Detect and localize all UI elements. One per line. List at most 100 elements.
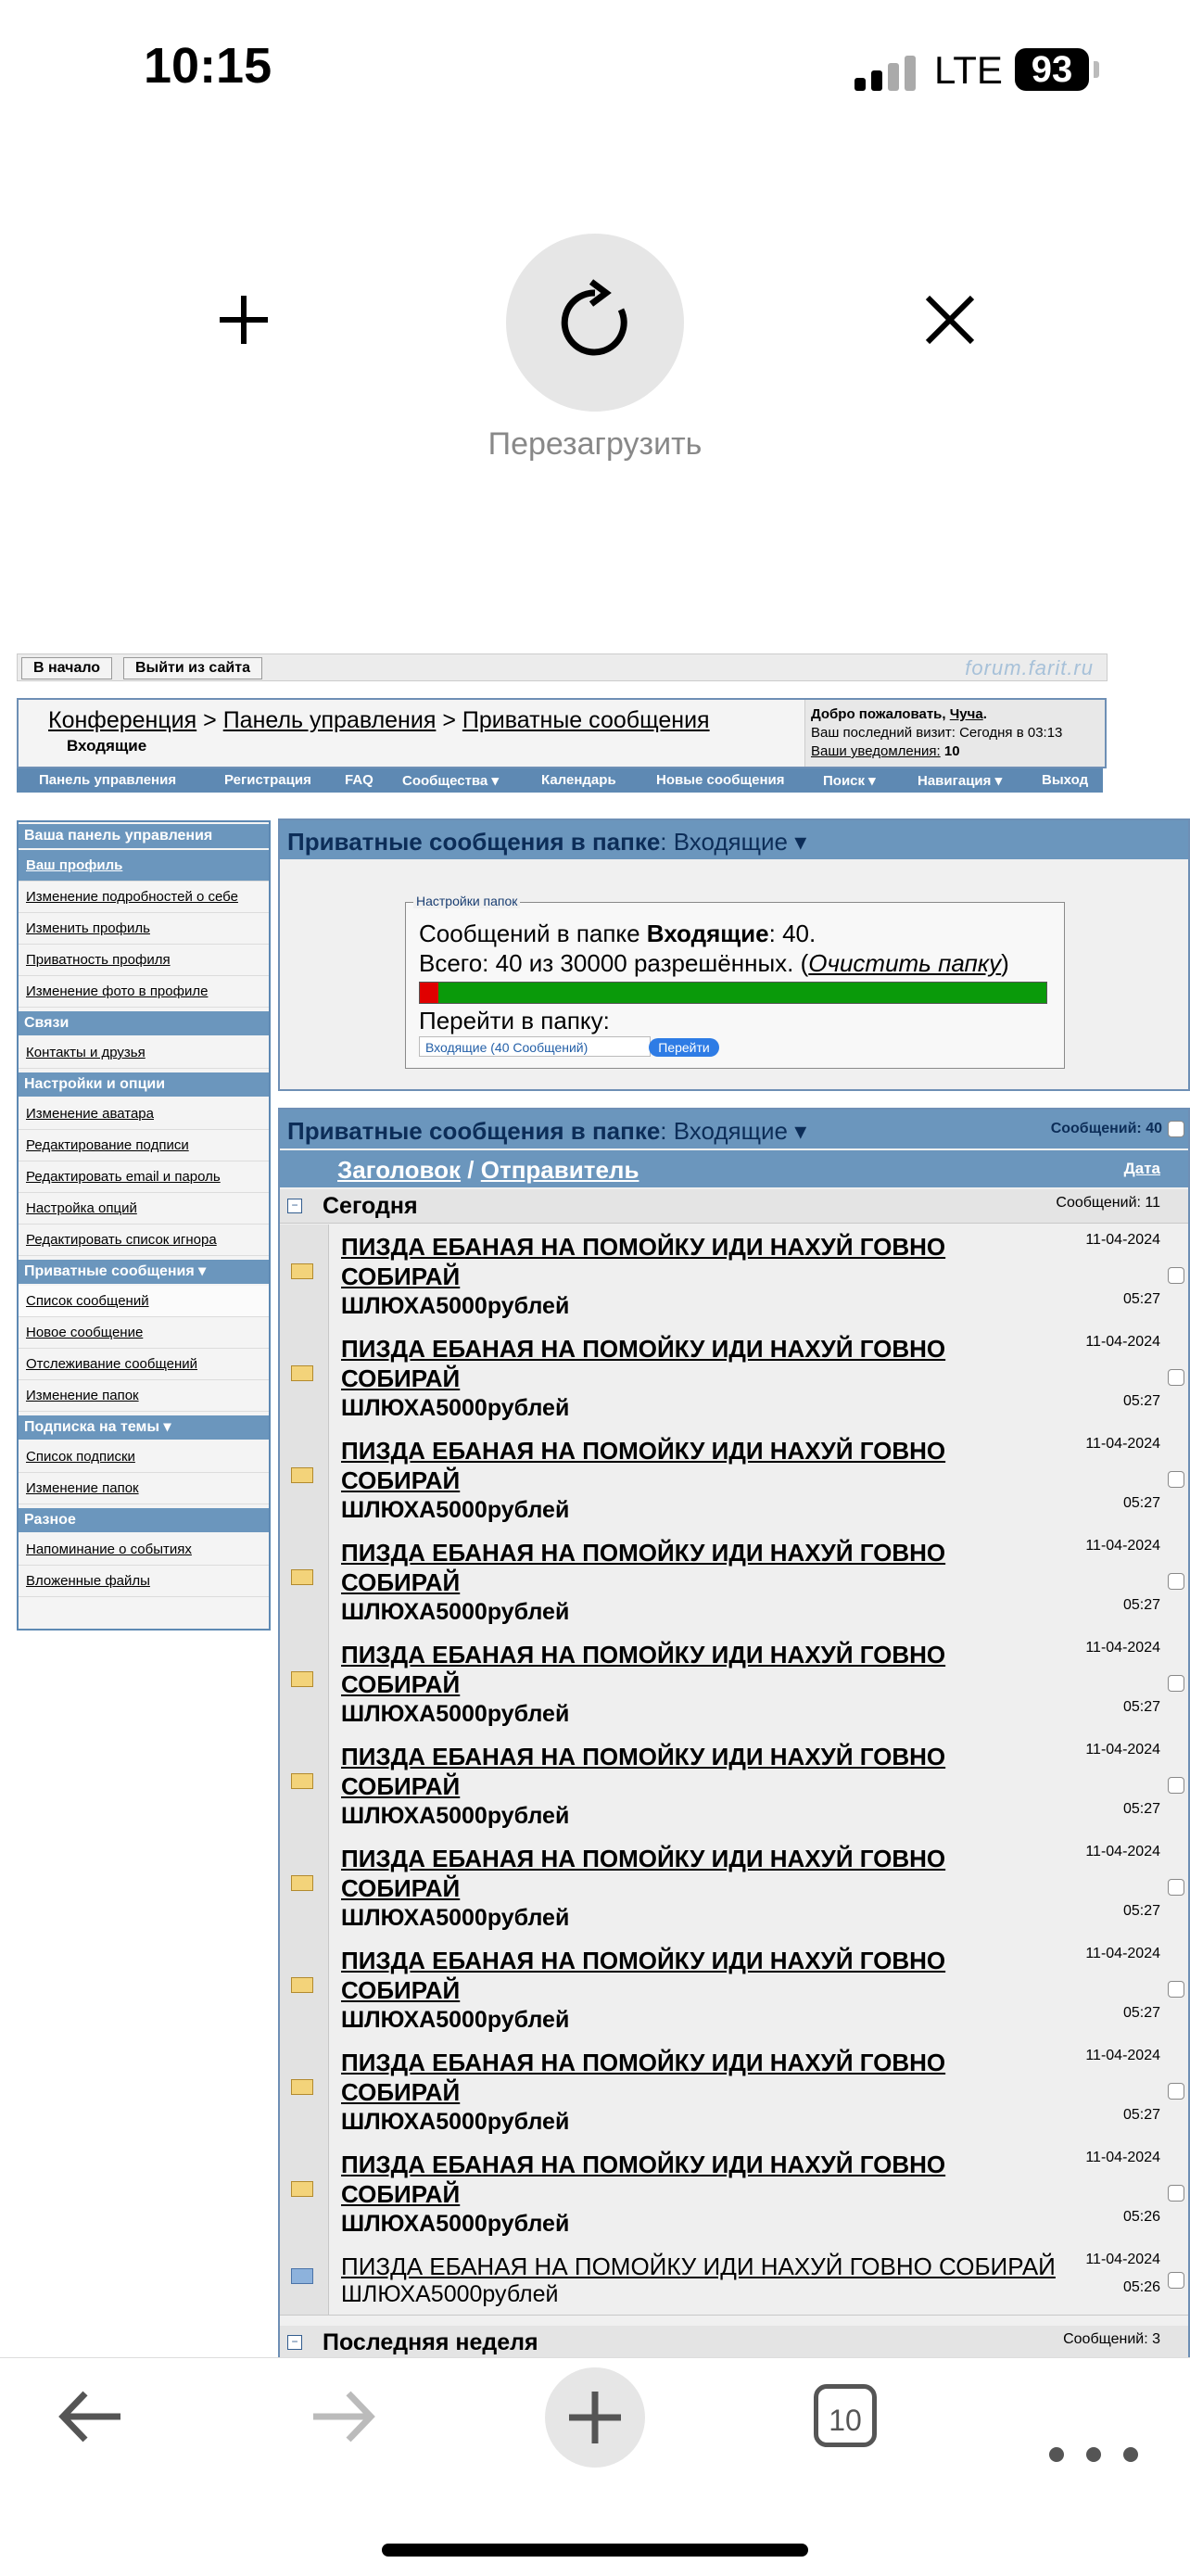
message-row[interactable]: ПИЗДА ЕБАНАЯ НА ПОМОЙКУ ИДИ НАХУЙ ГОВНО … (280, 1225, 1188, 1327)
home-button[interactable]: В начало (21, 657, 113, 679)
message-checkbox[interactable] (1168, 1777, 1184, 1794)
message-row[interactable]: ПИЗДА ЕБАНАЯ НА ПОМОЙКУ ИДИ НАХУЙ ГОВНО … (280, 2244, 1188, 2316)
message-checkbox[interactable] (1168, 1675, 1184, 1692)
message-subject-link[interactable]: ПИЗДА ЕБАНАЯ НА ПОМОЙКУ ИДИ НАХУЙ ГОВНО … (341, 1946, 1045, 2005)
sidebar-item[interactable]: Изменение аватара (19, 1098, 269, 1130)
message-row[interactable]: ПИЗДА ЕБАНАЯ НА ПОМОЙКУ ИДИ НАХУЙ ГОВНО … (280, 2142, 1188, 2245)
message-row[interactable]: ПИЗДА ЕБАНАЯ НА ПОМОЙКУ ИДИ НАХУЙ ГОВНО … (280, 2040, 1188, 2143)
username-link[interactable]: Чуча (950, 706, 983, 722)
message-sender[interactable]: ШЛЮХА5000рублей (341, 1803, 569, 1830)
goto-folder-button[interactable]: Перейти (649, 1038, 719, 1057)
sort-subject-link[interactable]: Заголовок (337, 1156, 461, 1184)
message-sender[interactable]: ШЛЮХА5000рублей (341, 1497, 569, 1524)
message-subject-link[interactable]: ПИЗДА ЕБАНАЯ НА ПОМОЙКУ ИДИ НАХУЙ ГОВНО … (341, 1436, 1045, 1495)
sidebar-heading[interactable]: Подписка на темы ▾ (19, 1415, 269, 1440)
tabs-count-button[interactable]: 10 (814, 2384, 877, 2447)
nav-register[interactable]: Регистрация (224, 772, 311, 788)
message-row[interactable]: ПИЗДА ЕБАНАЯ НА ПОМОЙКУ ИДИ НАХУЙ ГОВНО … (280, 1938, 1188, 2041)
message-sender[interactable]: ШЛЮХА5000рублей (341, 1293, 569, 1320)
breadcrumb-pm[interactable]: Приватные сообщения (462, 707, 710, 733)
message-subject-link[interactable]: ПИЗДА ЕБАНАЯ НА ПОМОЙКУ ИДИ НАХУЙ ГОВНО … (341, 1538, 1045, 1597)
breadcrumb-panel[interactable]: Панель управления (223, 707, 437, 733)
message-row[interactable]: ПИЗДА ЕБАНАЯ НА ПОМОЙКУ ИДИ НАХУЙ ГОВНО … (280, 1530, 1188, 1633)
sidebar-item[interactable]: Вложенные файлы (19, 1566, 269, 1597)
message-checkbox[interactable] (1168, 1879, 1184, 1896)
sidebar-item[interactable]: Напоминание о событиях (19, 1534, 269, 1566)
message-subject-link[interactable]: ПИЗДА ЕБАНАЯ НА ПОМОЙКУ ИДИ НАХУЙ ГОВНО … (341, 2048, 1045, 2107)
message-subject-link[interactable]: ПИЗДА ЕБАНАЯ НА ПОМОЙКУ ИДИ НАХУЙ ГОВНО … (341, 1844, 1045, 1903)
sort-sender-link[interactable]: Отправитель (481, 1156, 639, 1184)
nav-new-posts[interactable]: Новые сообщения (656, 772, 785, 788)
sidebar-item[interactable]: Редактировать email и пароль (19, 1161, 269, 1193)
message-row[interactable]: ПИЗДА ЕБАНАЯ НА ПОМОЙКУ ИДИ НАХУЙ ГОВНО … (280, 1326, 1188, 1429)
forward-icon[interactable] (306, 2384, 380, 2464)
goto-folder-select[interactable]: Входящие (40 Сообщений) (419, 1036, 651, 1057)
logout-button[interactable]: Выйти из сайта (123, 657, 262, 679)
message-subject-link[interactable]: ПИЗДА ЕБАНАЯ НА ПОМОЙКУ ИДИ НАХУЙ ГОВНО … (341, 1742, 1045, 1801)
message-row[interactable]: ПИЗДА ЕБАНАЯ НА ПОМОЙКУ ИДИ НАХУЙ ГОВНО … (280, 1428, 1188, 1531)
more-icon[interactable] (1047, 2405, 1140, 2479)
message-row[interactable]: ПИЗДА ЕБАНАЯ НА ПОМОЙКУ ИДИ НАХУЙ ГОВНО … (280, 1632, 1188, 1735)
nav-communities[interactable]: Сообщества ▾ (402, 772, 499, 789)
sidebar-item[interactable]: Изменение папок (19, 1380, 269, 1412)
message-sender[interactable]: ШЛЮХА5000рублей (341, 1701, 569, 1728)
message-checkbox[interactable] (1168, 1369, 1184, 1386)
sidebar-item[interactable]: Настройка опций (19, 1193, 269, 1225)
message-checkbox[interactable] (1168, 1267, 1184, 1284)
sidebar-item[interactable]: Изменение фото в профиле (19, 976, 269, 1008)
sidebar-item[interactable]: Изменение подробностей о себе (19, 882, 269, 913)
message-checkbox[interactable] (1168, 1471, 1184, 1488)
message-row[interactable]: ПИЗДА ЕБАНАЯ НА ПОМОЙКУ ИДИ НАХУЙ ГОВНО … (280, 1734, 1188, 1837)
home-indicator[interactable] (382, 2544, 808, 2557)
sidebar-item[interactable]: Список подписки (19, 1441, 269, 1473)
sidebar-item[interactable]: Редактировать список игнора (19, 1225, 269, 1256)
collapse-icon[interactable]: − (287, 1199, 302, 1213)
message-subject-link[interactable]: ПИЗДА ЕБАНАЯ НА ПОМОЙКУ ИДИ НАХУЙ ГОВНО … (341, 2252, 1175, 2281)
sidebar-item[interactable]: Приватность профиля (19, 945, 269, 976)
message-checkbox[interactable] (1168, 2272, 1184, 2289)
message-sender[interactable]: ШЛЮХА5000рублей (341, 2281, 558, 2308)
message-sender[interactable]: ШЛЮХА5000рублей (341, 2109, 569, 2136)
select-all-checkbox[interactable] (1168, 1121, 1184, 1137)
nav-calendar[interactable]: Календарь (541, 772, 616, 788)
new-tab-icon[interactable] (202, 280, 285, 363)
nav-faq[interactable]: FAQ (345, 772, 373, 788)
nav-logout[interactable]: Выход (1042, 772, 1088, 788)
message-subject-link[interactable]: ПИЗДА ЕБАНАЯ НА ПОМОЙКУ ИДИ НАХУЙ ГОВНО … (341, 1640, 1045, 1699)
sidebar-item[interactable]: Новое сообщение (19, 1317, 269, 1349)
reload-button[interactable] (506, 234, 684, 412)
breadcrumb-conference[interactable]: Конференция (48, 707, 196, 733)
folder-dropdown[interactable]: : Входящие ▾ (660, 828, 806, 856)
nav-navigation[interactable]: Навигация ▾ (918, 772, 1002, 789)
message-checkbox[interactable] (1168, 1573, 1184, 1590)
list-folder-dropdown[interactable]: : Входящие ▾ (660, 1117, 806, 1145)
nav-panel[interactable]: Панель управления (39, 772, 176, 788)
message-sender[interactable]: ШЛЮХА5000рублей (341, 2007, 569, 2034)
close-icon[interactable] (908, 280, 992, 363)
sidebar-item[interactable]: Контакты и друзья (19, 1037, 269, 1069)
message-checkbox[interactable] (1168, 2185, 1184, 2202)
message-sender[interactable]: ШЛЮХА5000рублей (341, 1905, 569, 1932)
sidebar-item[interactable]: Изменить профиль (19, 913, 269, 945)
collapse-icon[interactable]: − (287, 2335, 302, 2350)
sidebar-item[interactable]: Редактирование подписи (19, 1130, 269, 1161)
message-row[interactable]: ПИЗДА ЕБАНАЯ НА ПОМОЙКУ ИДИ НАХУЙ ГОВНО … (280, 1836, 1188, 1939)
clear-folder-link[interactable]: Очистить папку (808, 949, 1001, 977)
message-checkbox[interactable] (1168, 1981, 1184, 1998)
message-sender[interactable]: ШЛЮХА5000рублей (341, 1599, 569, 1626)
message-subject-link[interactable]: ПИЗДА ЕБАНАЯ НА ПОМОЙКУ ИДИ НАХУЙ ГОВНО … (341, 1232, 1045, 1291)
sidebar-item-profile[interactable]: Ваш профиль (19, 850, 269, 882)
notifications-link[interactable]: Ваши уведомления: (811, 743, 941, 759)
sidebar-item[interactable]: Отслеживание сообщений (19, 1349, 269, 1380)
message-subject-link[interactable]: ПИЗДА ЕБАНАЯ НА ПОМОЙКУ ИДИ НАХУЙ ГОВНО … (341, 1334, 1045, 1393)
message-sender[interactable]: ШЛЮХА5000рублей (341, 2211, 569, 2238)
nav-search[interactable]: Поиск ▾ (823, 772, 876, 789)
message-sender[interactable]: ШЛЮХА5000рублей (341, 1395, 569, 1422)
sidebar-item-active[interactable]: Список сообщений (19, 1286, 269, 1317)
sidebar-heading[interactable]: Приватные сообщения ▾ (19, 1260, 269, 1284)
sort-date-link[interactable]: Дата (1124, 1160, 1160, 1178)
sidebar-item[interactable]: Изменение папок (19, 1473, 269, 1504)
message-subject-link[interactable]: ПИЗДА ЕБАНАЯ НА ПОМОЙКУ ИДИ НАХУЙ ГОВНО … (341, 2150, 1045, 2209)
site-logo[interactable]: forum.farit.ru (965, 656, 1094, 680)
back-icon[interactable] (54, 2384, 128, 2464)
